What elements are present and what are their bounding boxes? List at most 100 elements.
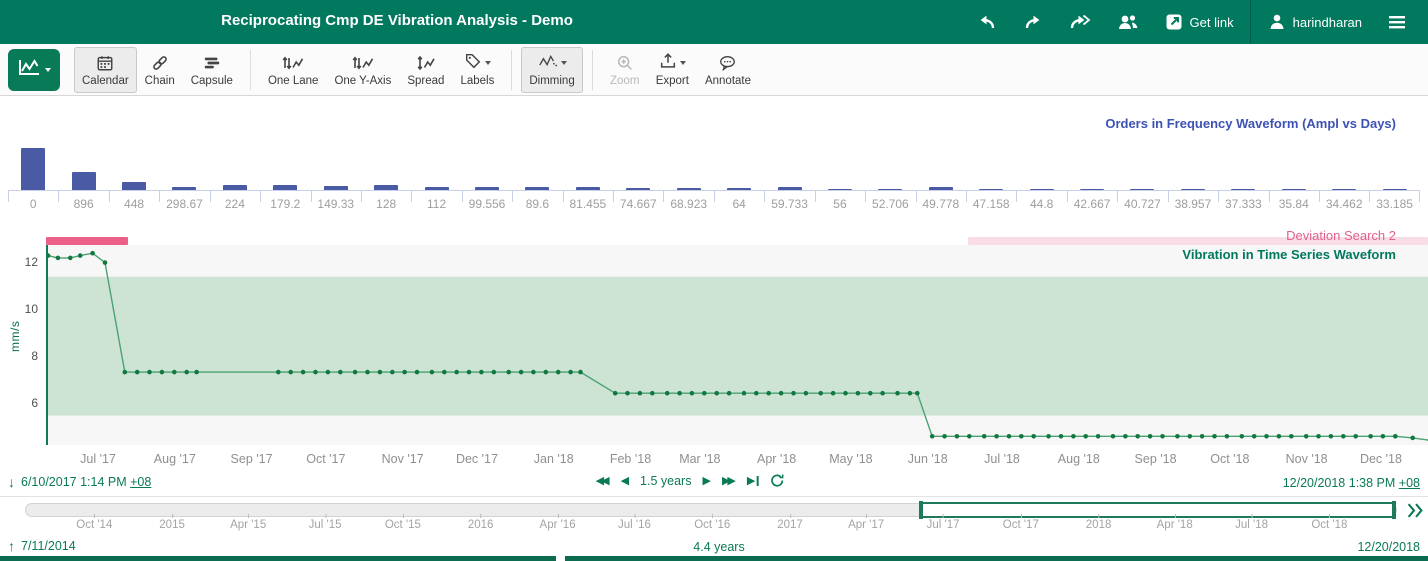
freq-bar-column[interactable] bbox=[512, 146, 562, 190]
data-point[interactable] bbox=[103, 260, 108, 265]
data-point[interactable] bbox=[467, 370, 472, 375]
data-point[interactable] bbox=[1277, 434, 1282, 439]
freq-bar-column[interactable] bbox=[714, 146, 764, 190]
timebar-selection[interactable] bbox=[919, 502, 1396, 518]
data-point[interactable] bbox=[702, 391, 707, 396]
freq-bar-column[interactable] bbox=[663, 146, 713, 190]
data-point[interactable] bbox=[625, 391, 630, 396]
data-point[interactable] bbox=[326, 370, 331, 375]
data-point[interactable] bbox=[1316, 434, 1321, 439]
freq-bar-column[interactable] bbox=[159, 146, 209, 190]
freq-bar-column[interactable] bbox=[311, 146, 361, 190]
data-point[interactable] bbox=[1225, 434, 1230, 439]
one-lane-button[interactable]: One Lane bbox=[260, 47, 327, 93]
freq-bar-column[interactable] bbox=[1117, 146, 1167, 190]
range-start-arrow-icon[interactable]: ↓ bbox=[8, 474, 15, 490]
data-point[interactable] bbox=[895, 391, 900, 396]
display-range-start[interactable]: 6/10/2017 1:14 PM +08 bbox=[21, 475, 151, 489]
data-point[interactable] bbox=[831, 391, 836, 396]
data-point[interactable] bbox=[1393, 434, 1398, 439]
data-point[interactable] bbox=[172, 370, 177, 375]
hamburger-menu-button[interactable] bbox=[1374, 0, 1420, 44]
freq-bar-column[interactable] bbox=[1016, 146, 1066, 190]
freq-bar-column[interactable] bbox=[58, 146, 108, 190]
data-point[interactable] bbox=[1083, 434, 1088, 439]
data-point[interactable] bbox=[578, 370, 583, 375]
step-to-end-button[interactable]: ▶ bbox=[747, 474, 758, 487]
data-point[interactable] bbox=[365, 370, 370, 375]
data-point[interactable] bbox=[68, 256, 73, 261]
data-point[interactable] bbox=[276, 370, 281, 375]
freq-bar-column[interactable] bbox=[966, 146, 1016, 190]
data-point[interactable] bbox=[779, 391, 784, 396]
data-point[interactable] bbox=[1200, 434, 1205, 439]
data-point[interactable] bbox=[690, 391, 695, 396]
data-point[interactable] bbox=[338, 370, 343, 375]
data-point[interactable] bbox=[714, 391, 719, 396]
freq-bar-column[interactable] bbox=[462, 146, 512, 190]
redo-button[interactable] bbox=[1010, 0, 1056, 44]
freq-bar-column[interactable] bbox=[260, 146, 310, 190]
freq-bar-column[interactable] bbox=[8, 146, 58, 190]
data-point[interactable] bbox=[982, 434, 987, 439]
data-point[interactable] bbox=[568, 370, 573, 375]
data-point[interactable] bbox=[1111, 434, 1116, 439]
freq-bar[interactable] bbox=[122, 182, 146, 190]
data-point[interactable] bbox=[1381, 434, 1386, 439]
data-point[interactable] bbox=[1046, 434, 1051, 439]
data-point[interactable] bbox=[1059, 434, 1064, 439]
data-point[interactable] bbox=[123, 370, 128, 375]
condition-capsule[interactable] bbox=[46, 237, 128, 245]
data-point[interactable] bbox=[1329, 434, 1334, 439]
freq-bar-column[interactable] bbox=[1319, 146, 1369, 190]
data-point[interactable] bbox=[1135, 434, 1140, 439]
data-point[interactable] bbox=[613, 391, 618, 396]
data-point[interactable] bbox=[454, 370, 459, 375]
data-point[interactable] bbox=[650, 391, 655, 396]
timezone-link[interactable]: +08 bbox=[130, 475, 151, 489]
data-point[interactable] bbox=[479, 370, 484, 375]
data-point[interactable] bbox=[378, 370, 383, 375]
freq-bar-column[interactable] bbox=[109, 146, 159, 190]
data-point[interactable] bbox=[1160, 434, 1165, 439]
data-point[interactable] bbox=[677, 391, 682, 396]
display-range-end[interactable]: 12/20/2018 1:38 PM +08 bbox=[1283, 476, 1420, 490]
data-point[interactable] bbox=[1071, 434, 1076, 439]
capsule-time-button[interactable]: Capsule bbox=[183, 47, 241, 93]
data-point[interactable] bbox=[160, 370, 165, 375]
data-point[interactable] bbox=[843, 391, 848, 396]
get-link-button[interactable]: Get link bbox=[1152, 0, 1246, 44]
data-point[interactable] bbox=[1148, 434, 1153, 439]
data-point[interactable] bbox=[1252, 434, 1257, 439]
data-point[interactable] bbox=[184, 370, 189, 375]
freq-bar-column[interactable] bbox=[613, 146, 663, 190]
users-access-button[interactable] bbox=[1104, 0, 1152, 44]
freq-bar-column[interactable] bbox=[1168, 146, 1218, 190]
data-point[interactable] bbox=[135, 370, 140, 375]
timezone-link[interactable]: +08 bbox=[1399, 476, 1420, 490]
labels-dropdown-button[interactable]: Labels bbox=[452, 47, 502, 93]
data-point[interactable] bbox=[1264, 434, 1269, 439]
data-point[interactable] bbox=[1175, 434, 1180, 439]
freq-bar-column[interactable] bbox=[411, 146, 461, 190]
series-legend-label[interactable]: Vibration in Time Series Waveform bbox=[1182, 247, 1396, 262]
freq-bar-column[interactable] bbox=[815, 146, 865, 190]
data-point[interactable] bbox=[1341, 434, 1346, 439]
data-point[interactable] bbox=[1289, 434, 1294, 439]
data-point[interactable] bbox=[1007, 434, 1012, 439]
data-point[interactable] bbox=[942, 434, 947, 439]
display-range-duration[interactable]: 1.5 years bbox=[640, 474, 691, 488]
data-point[interactable] bbox=[531, 370, 536, 375]
investigate-range-duration[interactable]: 4.4 years bbox=[693, 540, 744, 554]
refresh-icon[interactable] bbox=[769, 473, 784, 488]
freq-bar-column[interactable] bbox=[916, 146, 966, 190]
data-point[interactable] bbox=[856, 391, 861, 396]
data-point[interactable] bbox=[1096, 434, 1101, 439]
data-point[interactable] bbox=[967, 434, 972, 439]
freq-bar-column[interactable] bbox=[1218, 146, 1268, 190]
timebar-track[interactable] bbox=[25, 503, 1397, 517]
trend-plot-area[interactable] bbox=[46, 245, 1428, 445]
data-point[interactable] bbox=[147, 370, 152, 375]
data-point[interactable] bbox=[78, 253, 83, 258]
data-point[interactable] bbox=[908, 391, 913, 396]
